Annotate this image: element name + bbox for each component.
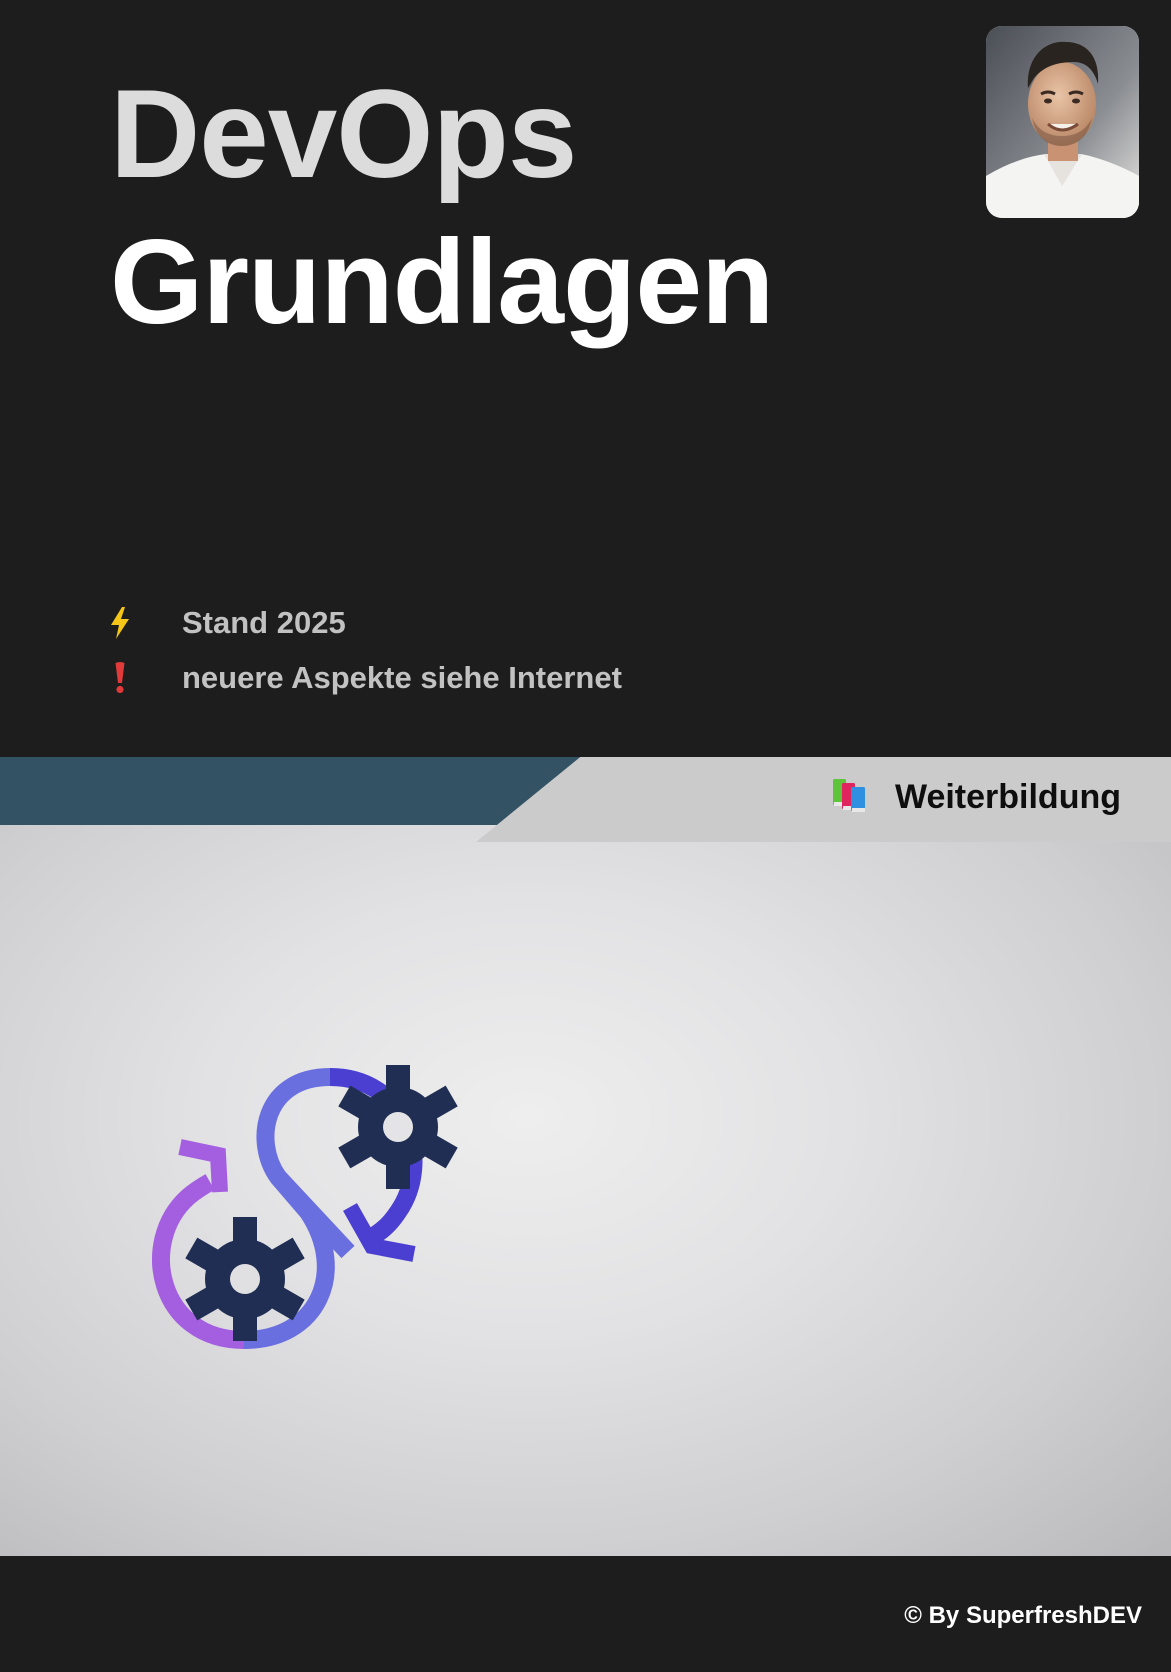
info-text: Stand 2025 <box>182 605 346 640</box>
info-row-hint: neuere Aspekte siehe Internet <box>108 658 622 698</box>
title-line-2: Grundlagen <box>110 215 774 349</box>
cover-page: DevOps Grundlagen Stand 2025 neuere Aspe… <box>0 0 1171 1672</box>
footer: © By SuperfreshDEV <box>0 1556 1171 1672</box>
devops-loop-illustration <box>152 1065 458 1349</box>
author-avatar <box>986 26 1139 218</box>
hero-section: Weiterbildung <box>0 757 1171 1556</box>
exclamation-icon <box>108 661 132 695</box>
info-text: neuere Aspekte siehe Internet <box>182 660 622 695</box>
copyright-text: © By SuperfreshDEV <box>904 1602 1142 1629</box>
accent-band-blue <box>0 757 590 825</box>
category-label: Weiterbildung <box>894 777 1121 816</box>
lightning-icon <box>108 606 132 640</box>
category-band: Weiterbildung <box>476 757 1171 842</box>
title-line-1: DevOps <box>110 65 577 204</box>
category-tag: Weiterbildung <box>831 775 1121 819</box>
books-icon <box>831 777 869 818</box>
info-row-stand: Stand 2025 <box>108 603 346 643</box>
author-portrait-image <box>986 26 1139 218</box>
